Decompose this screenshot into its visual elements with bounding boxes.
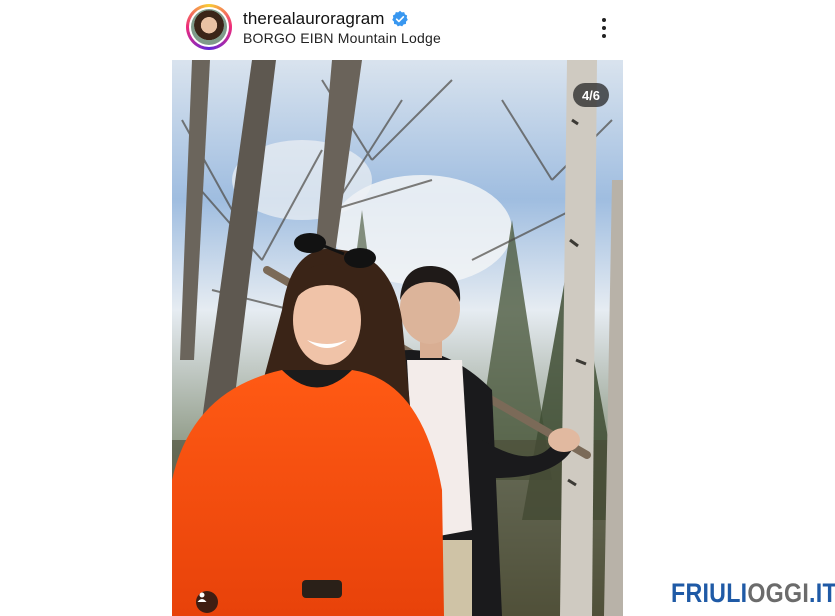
avatar-image [191, 9, 227, 45]
username-link[interactable]: therealauroragram [243, 9, 385, 29]
more-dot [602, 26, 606, 30]
story-ring[interactable] [186, 4, 232, 50]
watermark-part-it: .IT [809, 578, 835, 608]
photo-illustration [172, 60, 623, 616]
verified-badge-icon [391, 10, 409, 28]
post-photo[interactable]: 4/6 [172, 60, 623, 616]
watermark-logo: FRIULIOGGI.IT [671, 578, 835, 609]
watermark-part-oggi: OGGI [747, 578, 810, 608]
avatar[interactable] [189, 7, 229, 47]
watermark-part-friuli: FRIULI [671, 578, 748, 608]
user-tag-icon[interactable] [196, 591, 218, 613]
more-dot [602, 34, 606, 38]
location-link[interactable]: BORGO EIBN Mountain Lodge [243, 30, 441, 46]
carousel-counter: 4/6 [573, 83, 609, 107]
more-options-icon[interactable] [592, 14, 616, 42]
username-row: therealauroragram [243, 8, 409, 30]
post-header: therealauroragram BORGO EIBN Mountain Lo… [172, 0, 623, 58]
more-dot [602, 18, 606, 22]
